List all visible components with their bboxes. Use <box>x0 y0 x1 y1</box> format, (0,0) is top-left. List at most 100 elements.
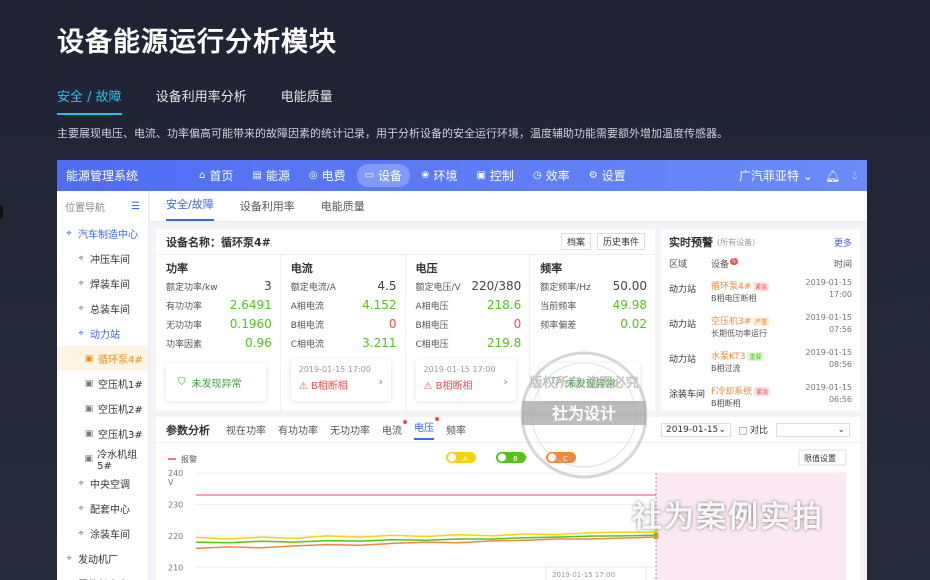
nav-settings[interactable]: ⚙ 设置 <box>581 164 634 187</box>
rated-row: 额定频率/Hz 50.00 <box>540 279 647 298</box>
nav-control[interactable]: ▣ 控制 <box>468 164 521 187</box>
metric-value: 49.98 <box>612 298 647 312</box>
sidebar-item[interactable]: ⌖ 涂装车间 <box>57 521 148 546</box>
nav-energy[interactable]: ▤ 能源 <box>244 164 297 187</box>
location-icon: ⌖ <box>78 278 84 289</box>
toggle-label: A <box>463 455 468 463</box>
alert-row[interactable]: 动力站 循环泵4# 紧急 B相电压断相 2019-01-15 17:00 <box>661 271 860 306</box>
date-select[interactable]: 2019-01-15 ⌄ <box>660 422 731 437</box>
metric-title: 电压 <box>415 262 438 275</box>
history-button[interactable]: 历史事件 <box>596 233 645 250</box>
alert-dot <box>435 417 439 421</box>
alert-row[interactable]: 动力站 水泵KT3 重要 B相过流 2019-01-15 08:56 <box>661 341 860 376</box>
tab-safety[interactable]: 安全/故障 <box>166 196 214 221</box>
warning-icon: ⚠ <box>298 381 308 392</box>
bulb-icon: ◎ <box>308 170 318 181</box>
tab-reactive-power[interactable]: 无功功率 <box>330 422 370 437</box>
hero-tab-utilization[interactable]: 设备利用率分析 <box>156 86 247 115</box>
nav-efficiency[interactable]: ◷ 效率 <box>525 164 578 187</box>
tab-active-power[interactable]: 有功功率 <box>278 422 318 437</box>
alert-device-name: F冷却系统 <box>711 386 753 397</box>
hero-description: 主要展现电压、电流、功率偏高可能带来的故障因素的统计记录，用于分析设备的安全运行… <box>57 127 728 140</box>
sidebar-item[interactable]: ▣ 空压机2# <box>57 396 148 421</box>
hero-tab-safety[interactable]: 安全 / 故障 <box>57 86 122 115</box>
y-axis-unit: V <box>168 478 174 487</box>
location-icon: ⌖ <box>78 528 84 539</box>
fault-box[interactable]: 2019-01-15 17:00 ⚠ B相断相 › <box>415 359 516 401</box>
rated-label: 额定频率/Hz <box>540 283 591 293</box>
tab-apparent-power[interactable]: 视在功率 <box>226 422 266 437</box>
status-ok-box: ⛉ 未发现异常 <box>166 363 266 401</box>
nav-label: 电费 <box>321 169 346 183</box>
sidebar-item[interactable]: ⌖ 焊装车间 <box>57 271 148 296</box>
nav-home[interactable]: ⌂ 首页 <box>191 164 241 187</box>
alert-col-time: 时间 <box>833 259 852 270</box>
tab-voltage[interactable]: 电压 <box>414 417 439 440</box>
device-name: 设备名称：循环泵4# <box>166 234 271 250</box>
sidebar-item[interactable]: ⌖ 配套中心 <box>57 496 148 521</box>
fault-box[interactable]: 2019-01-15 17:00 ⚠ B相断相 › <box>290 359 391 401</box>
device-header: 设备名称：循环泵4# 档案 历史事件 <box>156 229 655 255</box>
nav-environment[interactable]: ❀ 环境 <box>413 164 465 187</box>
sidebar-item[interactable]: ▣ 冷水机组5# <box>57 446 148 472</box>
archive-button[interactable]: 档案 <box>560 233 591 250</box>
metric-label: C相电压 <box>415 340 449 350</box>
alert-more-link[interactable]: 更多 <box>834 236 852 249</box>
sidebar-item[interactable]: ⌖ 动力站 <box>57 321 148 346</box>
alert-desc: B相断相 <box>711 398 741 408</box>
compare-select[interactable]: ⌄ <box>776 422 850 437</box>
sidebar-item-label: 冲压车间 <box>90 255 130 266</box>
user-menu[interactable]: 广汽菲亚特 ⌄ <box>739 167 813 184</box>
nav-label: 环境 <box>433 169 458 183</box>
alert-subtitle: (所有设备) <box>717 237 756 247</box>
sidebar-item-label: 中央空调 <box>90 480 130 491</box>
bell-icon[interactable]: 🔔︎ <box>825 169 840 183</box>
metric-label: A相电流 <box>290 302 324 312</box>
shield-check-icon: ⛉ <box>178 376 186 388</box>
metric-row: C相电压 219.8 <box>416 336 522 355</box>
sidebar-item[interactable]: ▣ 循环泵4# <box>57 346 148 371</box>
compare-checkbox[interactable]: 对比 <box>738 423 768 436</box>
sidebar-item[interactable]: ⌖ 总装车间 <box>57 296 148 321</box>
metric-title: 电流 <box>290 262 313 275</box>
chevron-down-icon: ⌄ <box>718 424 726 435</box>
main-nav: ⌂ 首页 ▤ 能源 ◎ 电费 ▭ 设备 ❀ 环境 ▣ 控制 ◷ 效率 ⚙ 设置 <box>191 164 637 187</box>
rated-value: 50.00 <box>612 279 647 293</box>
hero-tab-power-quality[interactable]: 电能质量 <box>281 86 333 115</box>
metric-value: 4.152 <box>362 298 397 312</box>
sidebar-item[interactable]: ⌖ 冲压车间 <box>57 246 148 271</box>
nav-billing[interactable]: ◎ 电费 <box>301 164 354 187</box>
tab-utilization[interactable]: 设备利用率 <box>240 198 295 221</box>
sidebar-item[interactable]: ⌖ 发动机厂 <box>57 546 148 571</box>
rated-row: 额定电压/V 220/380 <box>416 279 522 298</box>
alert-device-line: 循环泵4# 紧急 <box>711 274 799 293</box>
sidebar-item[interactable]: ⌖ 汽车制造中心 <box>57 221 148 246</box>
alert-row[interactable]: 涂装车间 F冷却系统 紧急 B相断相 2019-01-15 06:56 <box>661 376 860 411</box>
sidebar-item[interactable]: ⌖零件部仓库 <box>57 571 148 580</box>
tab-current[interactable]: 电流 <box>382 420 407 437</box>
location-icon: ⌖ <box>66 228 72 239</box>
metric-label: C相电流 <box>290 340 325 350</box>
sidebar-item[interactable]: ⌖ 中央空调 <box>57 471 148 496</box>
hero-tabs: 安全 / 故障 设备利用率分析 电能质量 <box>57 86 367 115</box>
y-tick-label: 210 <box>168 563 183 572</box>
device-icon: ▣ <box>84 403 94 414</box>
nav-device[interactable]: ▭ 设备 <box>356 164 411 187</box>
metric-row: A相电流 4.152 <box>291 298 397 317</box>
alert-date: 2019-01-15 <box>805 382 853 392</box>
alert-device: F冷却系统 紧急 B相断相 <box>711 379 799 409</box>
metric-row: 当前频率 49.98 <box>540 298 647 317</box>
y-tick-label: 240 <box>168 469 183 478</box>
sidebar-item-label: 冷水机组5# <box>97 449 138 472</box>
rated-label: 额定功率/kw <box>166 283 218 293</box>
sidebar-item[interactable]: ▣ 空压机3# <box>57 421 148 446</box>
alert-row[interactable]: 动力站 空压机3# 严重 长期低功率运行 2019-01-15 07:56 <box>661 306 860 341</box>
leaf-icon: ❀ <box>421 170 430 181</box>
tab-frequency[interactable]: 频率 <box>446 422 466 437</box>
fault-label: B相断相 <box>310 381 348 392</box>
sidebar-item[interactable]: ▣ 空压机1# <box>57 371 148 396</box>
sidebar-header: 位置导航 ☰ <box>57 191 148 221</box>
tab-power-quality[interactable]: 电能质量 <box>321 198 365 221</box>
collapse-icon[interactable]: ☰ <box>131 201 140 212</box>
drop-icon[interactable]: 💧︎ <box>852 168 857 183</box>
